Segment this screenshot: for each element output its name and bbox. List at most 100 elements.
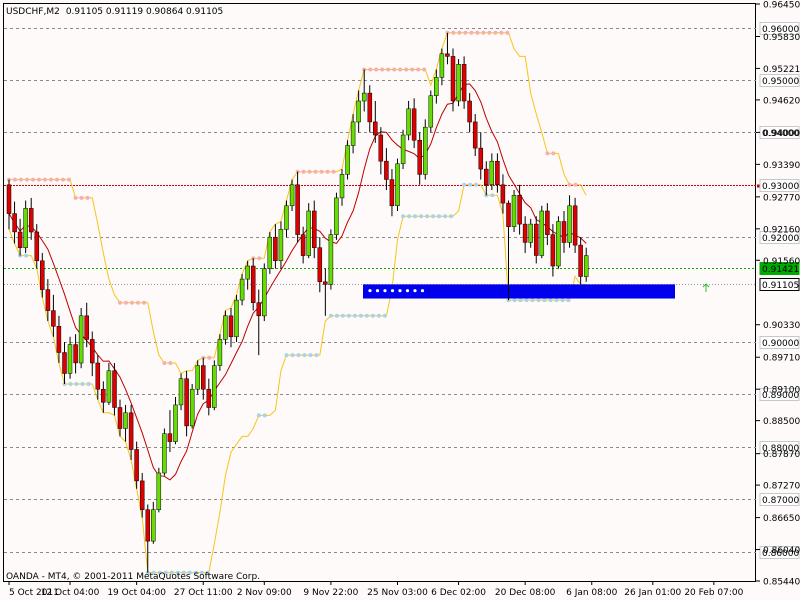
bear-candle-body	[472, 121, 478, 149]
bull-candle-body	[328, 234, 334, 285]
bear-candle-body	[228, 315, 234, 338]
bear-candle-body	[550, 234, 556, 267]
resistance-dot	[313, 169, 318, 174]
bull-candle-body	[489, 160, 495, 186]
candle	[306, 203, 311, 259]
demand-zone	[363, 284, 675, 299]
resistance-dot	[331, 169, 336, 174]
bull-candle-body	[289, 184, 295, 207]
bear-candle-body	[484, 168, 489, 186]
price-tick-label: 0.94000	[763, 129, 800, 139]
support-dot	[262, 413, 267, 418]
bull-candle-body	[511, 195, 517, 227]
bear-candle-body	[367, 92, 373, 123]
resistance-dot	[422, 67, 427, 72]
resistance-dot	[475, 30, 480, 35]
support-dot	[68, 382, 73, 386]
support-dot	[302, 353, 307, 358]
candle	[511, 190, 517, 232]
bear-candle-body	[101, 388, 106, 403]
bull-candle-body	[350, 121, 356, 146]
level-tag-label: 0.93000	[762, 182, 799, 192]
resistance-dot	[451, 30, 456, 35]
support-dot	[296, 353, 301, 358]
bull-candle-body	[406, 108, 411, 136]
resistance-dot	[13, 177, 17, 182]
candle	[234, 294, 239, 343]
bull-candle-body	[151, 509, 156, 542]
bear-candle-body	[12, 213, 17, 233]
zone-dot	[383, 289, 387, 293]
bear-candle-body	[478, 147, 484, 170]
bear-candle-body	[500, 184, 506, 204]
bull-candle-body	[284, 205, 289, 230]
time-tick-label: 20 Feb 07:00	[684, 588, 743, 598]
support-dot	[431, 214, 436, 219]
bull-candle-body	[428, 95, 434, 128]
level-tag-label: 0.91105	[762, 281, 799, 291]
price-chart[interactable]: 0.960000.950000.940000.930000.920000.914…	[0, 0, 800, 600]
support-dot	[352, 313, 357, 318]
support-dot	[490, 193, 495, 198]
chart-header: USDCHF,M2 0.91105 0.91119 0.90864 0.91105	[6, 7, 223, 17]
price-tick-label: 0.85440	[763, 578, 800, 588]
resistance-dot	[404, 67, 409, 72]
candle	[423, 119, 428, 180]
bull-candle-body	[567, 205, 572, 243]
support-dot	[24, 253, 29, 258]
price-tick-label: 0.90330	[763, 321, 800, 331]
bear-candle-body	[295, 184, 300, 235]
bear-candle-body	[495, 160, 500, 186]
bear-candle-body	[578, 244, 583, 277]
candle	[556, 216, 561, 269]
bull-candle-body	[423, 126, 428, 175]
price-tick-label: 0.91560	[763, 257, 800, 267]
bear-candle-body	[534, 223, 539, 256]
candle	[217, 334, 223, 371]
bull-candle-body	[123, 412, 128, 429]
bear-candle-body	[6, 184, 12, 214]
support-dot	[554, 298, 559, 303]
level-tag-label: 0.87000	[762, 496, 799, 506]
time-tick-label: 19 Oct 04:00	[107, 588, 166, 598]
resistance-dot	[410, 67, 415, 72]
bull-candle-body	[439, 53, 445, 78]
resistance-dot	[469, 30, 474, 35]
resistance-dot	[118, 300, 122, 305]
bear-candle-body	[73, 344, 78, 364]
price-tick-label: 0.86650	[763, 514, 800, 524]
support-dot	[74, 382, 79, 386]
bear-candle-body	[256, 302, 262, 317]
zone-dot	[390, 289, 395, 293]
zone-dot	[398, 289, 402, 293]
bear-candle-body	[62, 352, 67, 374]
bull-candle-body	[234, 299, 239, 338]
support-dot	[413, 214, 418, 219]
bull-candle-body	[345, 145, 350, 175]
price-tick-label: 0.95221	[763, 65, 800, 75]
support-dot	[358, 313, 363, 318]
support-dot	[548, 298, 553, 303]
price-tick-label: 0.89710	[763, 354, 800, 364]
candle	[112, 362, 117, 416]
support-dot	[468, 182, 473, 187]
support-dot	[542, 298, 547, 303]
chart-window[interactable]: 0.96000 0.95000 0.94000 0.93000 0.92000 0.914…	[0, 0, 800, 600]
resistance-dot	[162, 361, 167, 365]
support-dot	[334, 313, 339, 318]
candle	[428, 90, 434, 133]
bull-candle-body	[339, 174, 345, 199]
price-tick-label: 0.93390	[763, 161, 800, 171]
support-dot	[566, 298, 571, 303]
resistance-dot	[301, 169, 306, 174]
bull-candle-body	[267, 236, 273, 269]
bear-candle-body	[273, 236, 278, 262]
bear-candle-body	[84, 315, 89, 340]
time-tick-label: 25 Nov 03:00	[367, 588, 428, 598]
resistance-dot	[545, 151, 550, 156]
bull-candle-body	[278, 229, 284, 261]
candle	[78, 307, 84, 369]
demand-zone-box	[363, 284, 675, 299]
resistance-dot	[43, 177, 47, 182]
resistance-dot	[481, 30, 486, 35]
